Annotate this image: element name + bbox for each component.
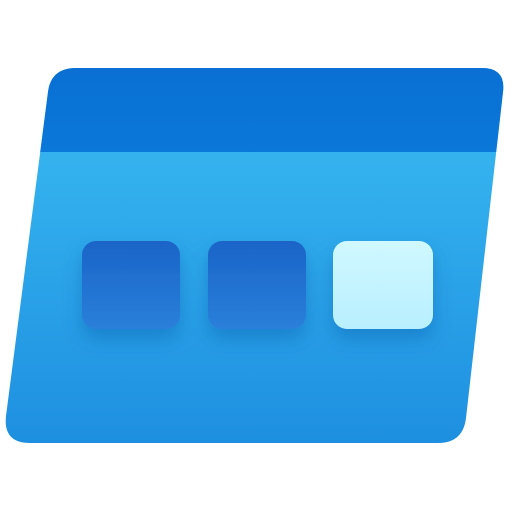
storage-explorer-icon: [5, 68, 504, 443]
tile-row: [82, 241, 433, 329]
card-header-bar: [5, 68, 504, 152]
tile-dark-1: [82, 241, 180, 329]
tile-light: [333, 241, 433, 329]
tile-dark-2: [208, 241, 306, 329]
